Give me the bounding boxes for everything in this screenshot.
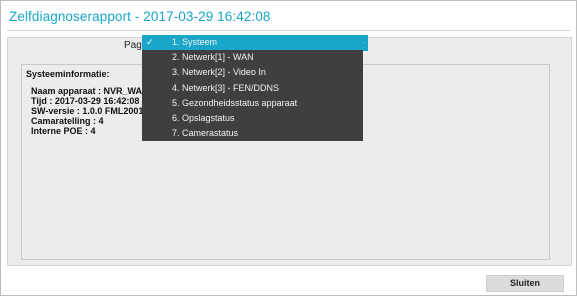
menu-item-gezondheidsstatus[interactable]: 5. Gezondheidsstatus apparaat [142,96,363,111]
menu-item-label: 4. Netwerk[3] - FEN/DDNS [172,82,280,93]
info-time: Tijd : 2017-03-29 16:42:08 [31,96,140,106]
info-camera-count: Camaratelling : 4 [31,116,104,126]
menu-item-label: 2. Netwerk[1] - WAN [172,52,254,63]
menu-item-label: 3. Netwerk[2] - Video In [172,67,266,78]
menu-item-netwerk-wan[interactable]: 2. Netwerk[1] - WAN [142,50,363,65]
page-dropdown-menu: ✓ 1. Systeem 2. Netwerk[1] - WAN 3. Netw… [142,35,363,142]
title-divider [7,30,570,31]
menu-item-opslagstatus[interactable]: 6. Opslagstatus [142,111,363,126]
menu-item-label: 1. Systeem [172,37,218,47]
info-sw-version: SW-versie : 1.0.0 FML2001 [31,106,144,116]
info-internal-poe: Interne POE : 4 [31,126,96,136]
menu-item-camerastatus[interactable]: 7. Camerastatus [142,126,363,141]
menu-item-systeem[interactable]: ✓ 1. Systeem [142,35,363,51]
menu-item-netwerk-fen-ddns[interactable]: 4. Netwerk[3] - FEN/DDNS [142,81,363,96]
menu-item-label: 5. Gezondheidsstatus apparaat [172,97,298,108]
close-button[interactable]: Sluiten [486,275,564,292]
info-heading: Systeeminformatie: [26,69,110,79]
menu-item-netwerk-video-in[interactable]: 3. Netwerk[2] - Video In [142,65,363,80]
check-icon: ✓ [146,37,154,47]
menu-item-label: 6. Opslagstatus [172,112,235,123]
info-device-name: Naam apparaat : NVR_WAN [31,86,149,96]
dialog-title: Zelfdiagnoserapport - 2017-03-29 16:42:0… [9,9,271,24]
menu-item-label: 7. Camerastatus [172,128,239,139]
